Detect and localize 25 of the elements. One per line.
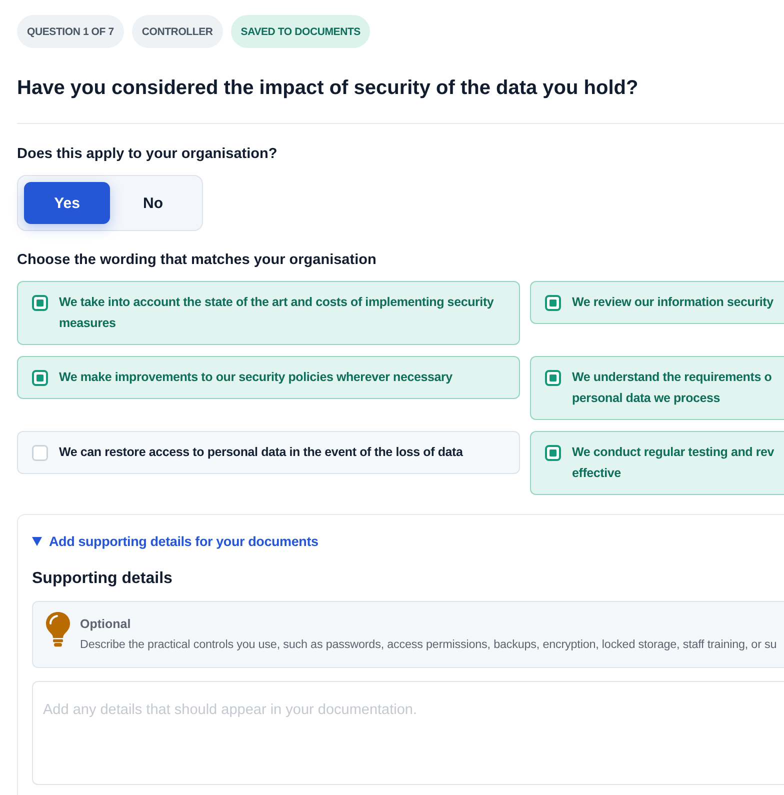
- details-field[interactable]: Add any details that should appear in your documentation.: [32, 681, 784, 785]
- lightbulb-icon: [45, 611, 71, 647]
- section-label: Choose the wording that matches your organisation: [17, 251, 378, 270]
- wording-option[interactable]: We conduct regular testing and rev effective: [530, 431, 784, 495]
- wording-option[interactable]: We understand the requirements o personal data we process: [530, 356, 784, 420]
- wording-option[interactable]: We can restore access to personal data in the event of the loss of data: [17, 431, 520, 474]
- checkbox[interactable]: [545, 444, 561, 460]
- wording-option[interactable]: We take into account the state of the art and costs of implementing security measures: [17, 281, 520, 345]
- checkbox[interactable]: [545, 294, 561, 310]
- checkbox[interactable]: [32, 370, 48, 386]
- hint-title: Optional: [80, 616, 131, 633]
- section-heading: Supporting details: [32, 569, 172, 589]
- question-label: Does this apply to your organisation?: [17, 145, 278, 164]
- wording-option[interactable]: We review our information security: [530, 281, 784, 324]
- checkbox[interactable]: [32, 294, 48, 310]
- hint-text: Describe the practical controls you use, such as passwords, access permissions, backups, encryption, locked storage, staff training, or su: [80, 637, 777, 653]
- status-tag: CONTROLLER: [132, 15, 223, 48]
- toggle-option[interactable]: Yes: [24, 182, 110, 224]
- status-tag: QUESTION 1 OF 7: [17, 15, 124, 48]
- wording-option[interactable]: We make improvements to our security policies wherever necessary: [17, 356, 520, 399]
- checkbox[interactable]: [545, 370, 561, 386]
- status-tag: SAVED TO DOCUMENTS: [230, 15, 370, 48]
- question-title: Have you considered the impact of security of the data you hold?: [17, 76, 640, 101]
- disclosure-link[interactable]: Add supporting details for your documents: [32, 529, 318, 553]
- toggle-option[interactable]: No: [110, 182, 196, 224]
